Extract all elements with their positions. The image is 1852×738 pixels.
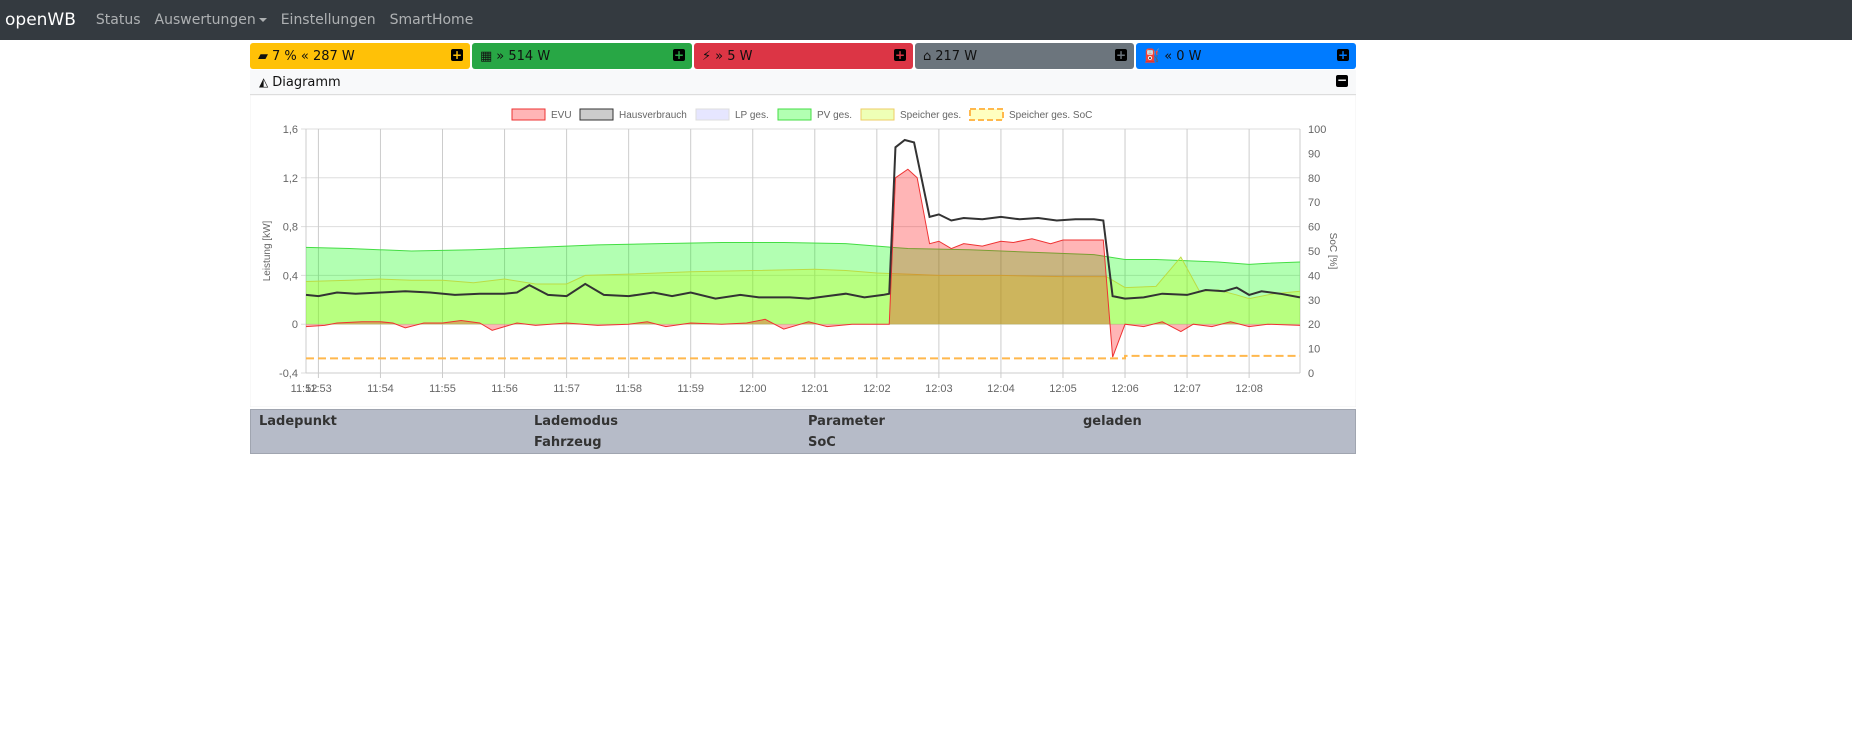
expand-plus-icon[interactable]: + bbox=[894, 49, 906, 61]
y-axis-title: Leistung [kW] bbox=[262, 220, 273, 281]
col-lademodus: Lademodus bbox=[534, 414, 618, 429]
expand-plus-icon[interactable]: + bbox=[451, 49, 463, 61]
col-parameter: Parameter bbox=[808, 414, 885, 429]
y2-axis-title: SoC [%] bbox=[1327, 233, 1338, 270]
legend-label: Speicher ges. bbox=[900, 110, 961, 121]
navbar: openWB Status Auswertungen Einstellungen… bbox=[0, 0, 1852, 40]
y-tick-label: -0,4 bbox=[279, 368, 298, 380]
collapse-minus-icon[interactable]: − bbox=[1336, 74, 1348, 87]
x-tick-label: 12:04 bbox=[987, 383, 1015, 395]
house-value: 217 W bbox=[935, 48, 978, 64]
home-icon: ⌂ bbox=[923, 48, 932, 64]
x-tick-label: 12:02 bbox=[863, 383, 891, 395]
pv-value: » 514 W bbox=[496, 48, 551, 64]
legend-label: LP ges. bbox=[735, 110, 769, 121]
legend-label: Speicher ges. SoC bbox=[1009, 110, 1092, 121]
x-tick-label: 12:08 bbox=[1235, 383, 1263, 395]
solar-panel-icon: ▦ bbox=[480, 48, 493, 64]
col-fahrzeug: Fahrzeug bbox=[534, 435, 602, 450]
x-tick-label: 11:58 bbox=[615, 383, 642, 395]
y2-tick-label: 100 bbox=[1308, 124, 1326, 136]
chargepoint-box[interactable]: ⛽ « 0 W + bbox=[1136, 43, 1356, 69]
nav-einstellungen[interactable]: Einstellungen bbox=[281, 12, 376, 28]
legend-swatch bbox=[695, 108, 730, 121]
legend-label: PV ges. bbox=[817, 110, 852, 121]
evu-box[interactable]: ⚡» 5 W + bbox=[694, 43, 913, 69]
x-tick-label: 12:01 bbox=[801, 383, 829, 395]
x-tick-label: 12:05 bbox=[1049, 383, 1077, 395]
col-soc: SoC bbox=[808, 435, 836, 450]
x-tick-label: 12:06 bbox=[1111, 383, 1139, 395]
y2-tick-label: 70 bbox=[1308, 197, 1320, 209]
y2-tick-label: 40 bbox=[1308, 270, 1320, 282]
x-tick-label: 11:59 bbox=[677, 383, 704, 395]
battery-box[interactable]: ▰ 7 % « 287 W + bbox=[250, 43, 470, 69]
house-box[interactable]: ⌂ 217 W + bbox=[915, 43, 1134, 69]
y-tick-label: 0 bbox=[292, 319, 298, 331]
y2-tick-label: 90 bbox=[1308, 148, 1320, 160]
y-tick-label: 0,8 bbox=[283, 222, 298, 234]
x-tick-label: 12:00 bbox=[739, 383, 767, 395]
y2-tick-label: 30 bbox=[1308, 295, 1320, 307]
y-tick-label: 1,2 bbox=[283, 173, 298, 185]
y-tick-label: 0,4 bbox=[283, 270, 298, 282]
brand-logo[interactable]: openWB bbox=[5, 10, 76, 30]
x-tick-label: 12:03 bbox=[925, 383, 953, 395]
legend-swatch bbox=[579, 108, 614, 121]
evu-value: » 5 W bbox=[715, 48, 753, 64]
area-chart-icon: ◭ bbox=[259, 75, 269, 89]
power-chart: -0,4 0 0,4 0,8 1,2 1,6 0 10 20 30 40 50 60 70 80 90 100 1… bbox=[250, 95, 1356, 407]
legend-swatch bbox=[860, 108, 895, 121]
battery-icon: ▰ bbox=[258, 48, 268, 64]
chargepoint-value: « 0 W bbox=[1164, 48, 1202, 64]
y2-tick-label: 50 bbox=[1308, 246, 1320, 258]
nav-status[interactable]: Status bbox=[96, 12, 141, 28]
expand-plus-icon[interactable]: + bbox=[1115, 49, 1127, 61]
legend-swatch bbox=[969, 108, 1004, 121]
expand-plus-icon[interactable]: + bbox=[673, 49, 685, 61]
nav-smarthome[interactable]: SmartHome bbox=[390, 12, 474, 28]
x-tick-label: 11:57 bbox=[553, 383, 580, 395]
y2-tick-label: 60 bbox=[1308, 222, 1320, 234]
y2-tick-label: 80 bbox=[1308, 173, 1320, 185]
col-ladepunkt: Ladepunkt bbox=[259, 414, 337, 429]
y-tick-label: 1,6 bbox=[283, 124, 298, 136]
legend-swatch bbox=[511, 108, 546, 121]
y2-tick-label: 0 bbox=[1308, 368, 1314, 380]
x-tick-label: 11:54 bbox=[367, 383, 394, 395]
pv-box[interactable]: ▦» 514 W + bbox=[472, 43, 692, 69]
legend-label: Hausverbrauch bbox=[619, 110, 687, 121]
x-tick-label: 11:56 bbox=[491, 383, 518, 395]
charging-station-icon: ⛽ bbox=[1144, 48, 1161, 64]
legend-swatch bbox=[777, 108, 812, 121]
caret-down-icon bbox=[258, 18, 267, 22]
expand-plus-icon[interactable]: + bbox=[1337, 49, 1349, 61]
x-tick-label: 12:07 bbox=[1173, 383, 1201, 395]
chargepoint-table-header: Ladepunkt Lademodus Fahrzeug Parameter S… bbox=[250, 409, 1356, 454]
diagram-header[interactable]: ◭ Diagramm − bbox=[250, 70, 1356, 95]
x-tick-label: 11:53 bbox=[305, 383, 332, 395]
y2-tick-label: 20 bbox=[1308, 319, 1320, 331]
col-geladen: geladen bbox=[1083, 414, 1142, 429]
y2-tick-label: 10 bbox=[1308, 344, 1320, 356]
x-tick-label: 11:55 bbox=[429, 383, 456, 395]
nav-auswertungen-label: Auswertungen bbox=[154, 12, 256, 28]
diagram-title: Diagramm bbox=[272, 74, 341, 90]
power-tower-icon: ⚡ bbox=[702, 48, 712, 64]
battery-value: 7 % « 287 W bbox=[272, 48, 355, 64]
legend-label: EVU bbox=[551, 110, 572, 121]
nav-auswertungen[interactable]: Auswertungen bbox=[155, 12, 267, 28]
